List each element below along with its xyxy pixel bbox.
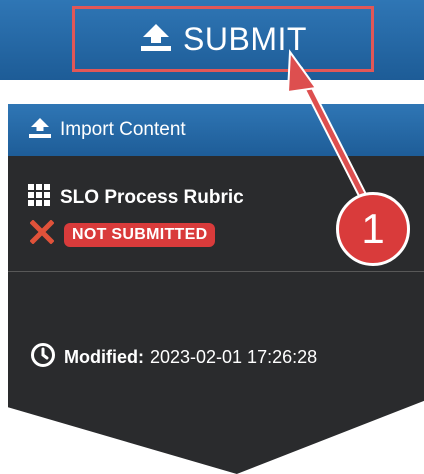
import-content-header[interactable]: Import Content — [8, 104, 424, 156]
modified-label: Modified: — [64, 347, 144, 367]
modified-row: Modified: 2023-02-01 17:26:28 — [30, 342, 317, 373]
divider — [8, 271, 424, 272]
submit-button[interactable]: SUBMIT — [72, 6, 374, 72]
submit-bar: SUBMIT — [0, 0, 424, 80]
modified-timestamp: 2023-02-01 17:26:28 — [149, 347, 318, 367]
grid-icon — [28, 184, 50, 211]
status-badge: NOT SUBMITTED — [64, 222, 216, 247]
upload-icon — [139, 22, 173, 57]
x-mark-icon — [29, 219, 55, 249]
status-row: NOT SUBMITTED — [29, 219, 216, 249]
step-number-badge: 1 — [336, 192, 410, 266]
rubric-title: SLO Process Rubric — [60, 186, 244, 208]
submit-label: SUBMIT — [183, 20, 307, 57]
rubric-item[interactable]: SLO Process Rubric — [28, 184, 244, 211]
clock-icon — [30, 342, 56, 373]
import-content-label: Import Content — [60, 119, 186, 140]
upload-icon — [28, 117, 52, 144]
